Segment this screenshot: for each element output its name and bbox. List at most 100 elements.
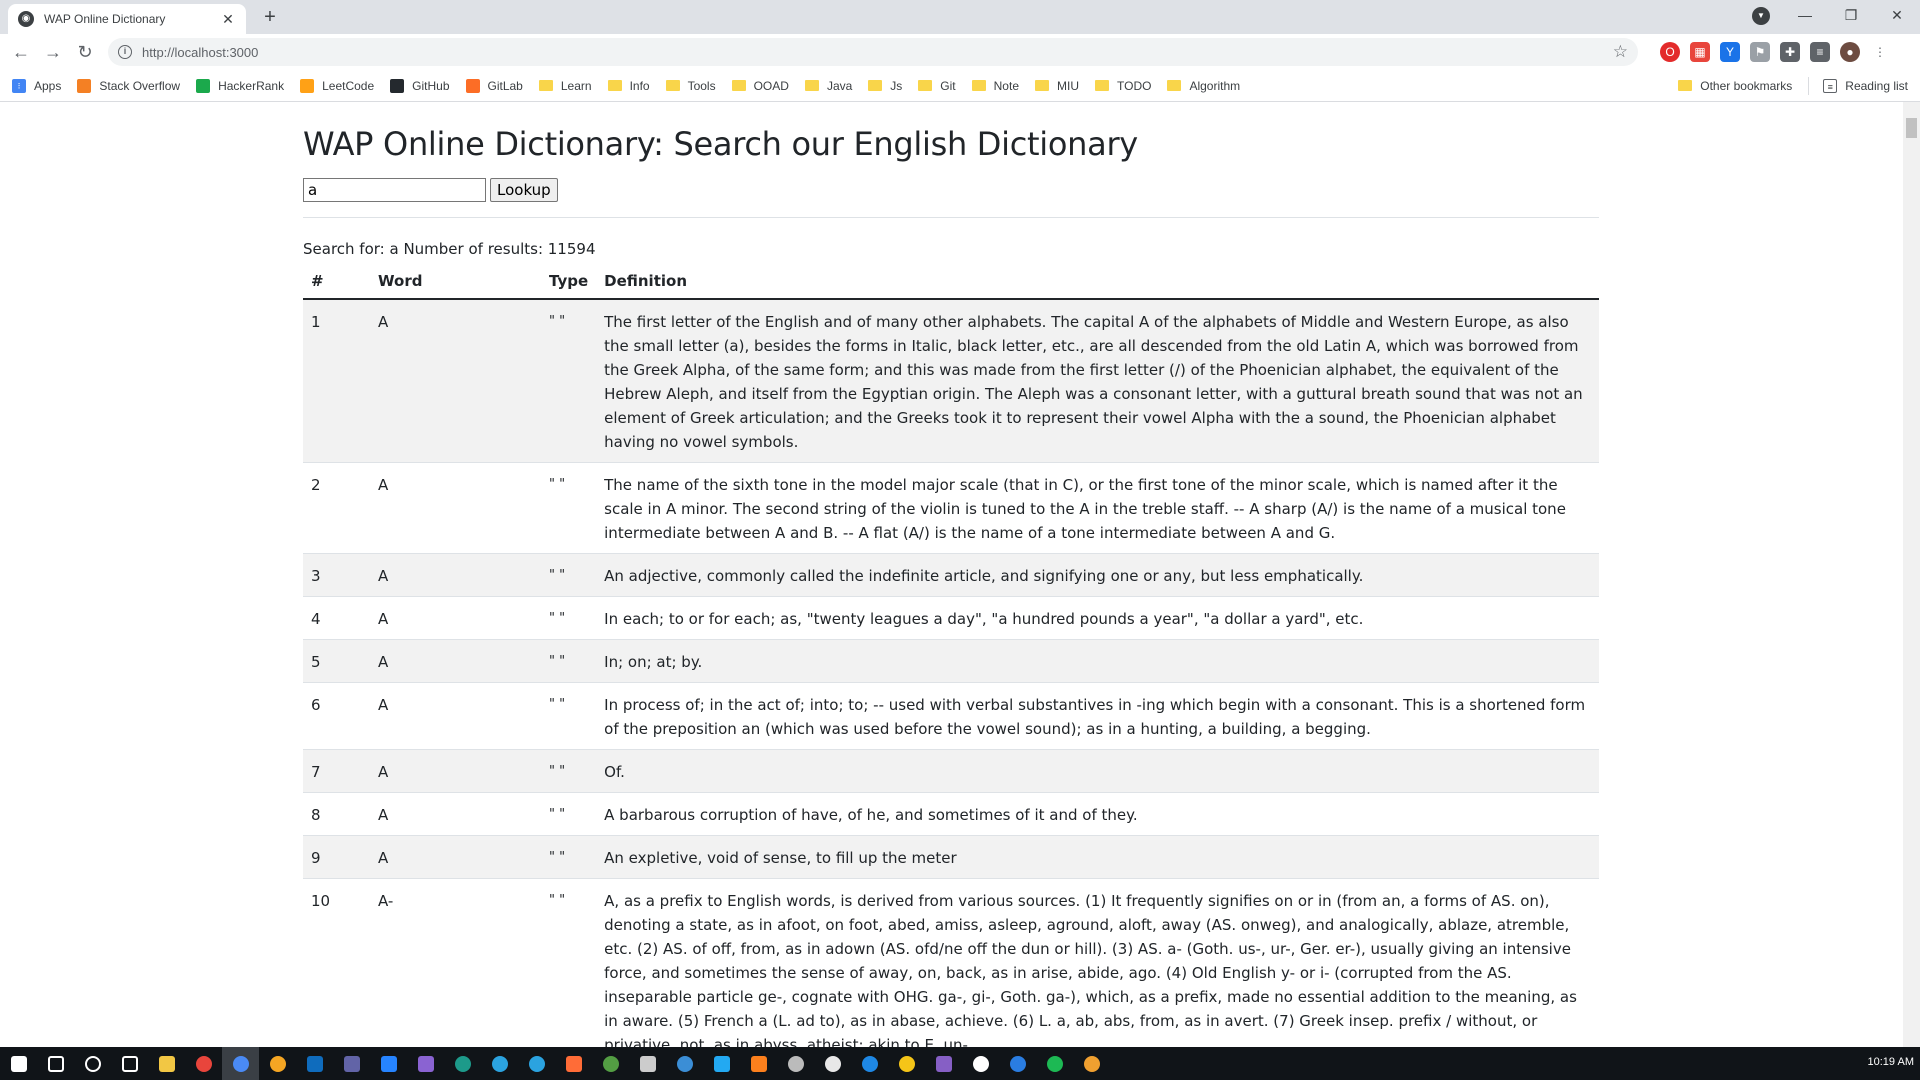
reading-list-toolbar-icon[interactable]: ≡ (1810, 42, 1830, 62)
app-icon[interactable] (518, 1047, 555, 1080)
chrome-active-icon[interactable] (222, 1047, 259, 1080)
task-view-icon[interactable] (111, 1047, 148, 1080)
app-icon[interactable] (888, 1047, 925, 1080)
search-icon[interactable] (37, 1047, 74, 1080)
cell-definition: The name of the sixth tone in the model … (596, 462, 1599, 554)
cell-number: 9 (303, 835, 370, 879)
bookmark-miu[interactable]: MIU (1035, 79, 1079, 93)
menu-dots-icon[interactable]: ⋮ (1870, 42, 1890, 62)
address-bar[interactable]: i http://localhost:3000 ☆ (108, 38, 1638, 66)
file-explorer-icon[interactable] (148, 1047, 185, 1080)
gitlab-icon (465, 78, 480, 93)
visual-studio-icon[interactable] (925, 1047, 962, 1080)
cell-type: " " (541, 298, 597, 463)
cell-type: " " (541, 639, 597, 683)
outlook-icon[interactable] (296, 1047, 333, 1080)
github-desktop-icon[interactable] (407, 1047, 444, 1080)
intellij-icon[interactable] (740, 1047, 777, 1080)
nodejs-icon[interactable] (592, 1047, 629, 1080)
app-icon[interactable] (814, 1047, 851, 1080)
info-icon[interactable]: i (118, 45, 132, 59)
cell-type: " " (541, 596, 597, 640)
nodejs-icon-glyph (602, 1055, 619, 1072)
folder-icon (918, 80, 933, 91)
teams-icon[interactable] (333, 1047, 370, 1080)
reload-icon[interactable]: ↻ (72, 39, 98, 65)
bookmark-stack-overflow[interactable]: Stack Overflow (77, 78, 180, 93)
opera-icon[interactable]: O (1660, 42, 1680, 62)
app-icon-glyph (1083, 1055, 1100, 1072)
stackoverflow-icon (77, 78, 92, 93)
windows-start-icon-glyph (10, 1055, 27, 1072)
postman-icon[interactable] (555, 1047, 592, 1080)
vscode-icon[interactable] (703, 1047, 740, 1080)
chrome-canary-icon[interactable] (259, 1047, 296, 1080)
app-icon[interactable] (666, 1047, 703, 1080)
bookmark-gitlab[interactable]: GitLab (465, 78, 523, 93)
folder-icon (1035, 80, 1049, 91)
scrollbar-thumb[interactable] (1906, 118, 1917, 138)
folder-icon (607, 80, 622, 91)
bookmark-note[interactable]: Note (971, 78, 1019, 93)
bookmark-algorithm[interactable]: Algorithm (1167, 79, 1240, 93)
restore-icon[interactable]: ❐ (1828, 0, 1874, 30)
forward-arrow-icon[interactable]: → (40, 39, 66, 65)
flag-icon[interactable]: ⚑ (1750, 42, 1770, 62)
new-tab-button[interactable]: + (258, 6, 282, 30)
bookmark-label: OOAD (753, 78, 789, 93)
app-icon[interactable] (999, 1047, 1036, 1080)
bookmark-star-icon[interactable]: ☆ (1613, 42, 1628, 62)
spotify-icon[interactable] (1036, 1047, 1073, 1080)
close-icon[interactable]: ✕ (220, 11, 236, 27)
hackerrank-icon (196, 78, 211, 93)
bookmark-hackerrank[interactable]: HackerRank (196, 78, 284, 93)
bookmark-learn[interactable]: Learn (538, 79, 592, 93)
taskbar-clock[interactable]: 10:19 AM (1868, 1056, 1914, 1068)
bookmark-todo[interactable]: TODO (1095, 79, 1151, 93)
app-icon[interactable] (777, 1047, 814, 1080)
app-icon[interactable] (1073, 1047, 1110, 1080)
app-icon[interactable] (962, 1047, 999, 1080)
lookup-button[interactable]: Lookup (490, 178, 558, 202)
windows-start-icon[interactable] (0, 1047, 37, 1080)
cell-word: A (370, 553, 541, 597)
close-window-icon[interactable]: ✕ (1874, 0, 1920, 30)
app-icon[interactable] (851, 1047, 888, 1080)
back-arrow-icon[interactable]: ← (8, 39, 34, 65)
divider (303, 217, 1599, 218)
bookmark-label: Note (993, 78, 1019, 93)
reading-list[interactable]: ≡ Reading list (1823, 78, 1908, 93)
browser-tab[interactable]: ◉ WAP Online Dictionary ✕ (8, 4, 246, 34)
app-icon[interactable] (481, 1047, 518, 1080)
tab-search-icon[interactable]: ▼ (1752, 7, 1770, 25)
bookmark-java[interactable]: Java (804, 79, 852, 93)
url-text[interactable]: http://localhost:3000 (142, 45, 1613, 60)
puzzle-icon[interactable]: ✚ (1780, 42, 1800, 62)
bookmark-tools[interactable]: Tools (665, 79, 716, 93)
bookmark-js[interactable]: Js (868, 79, 902, 93)
terminal-icon[interactable] (629, 1047, 666, 1080)
chrome-icon[interactable] (185, 1047, 222, 1080)
cell-number: 8 (303, 792, 370, 836)
bookmark-info[interactable]: Info (607, 79, 650, 93)
bookmark-apps[interactable]: ⁝ Apps (12, 78, 61, 93)
bookmark-github[interactable]: GitHub (390, 78, 450, 93)
search-icon-glyph (47, 1055, 64, 1072)
bookmark-ooad[interactable]: OOAD (731, 78, 789, 93)
folder-icon (538, 80, 553, 91)
vertical-scrollbar[interactable] (1903, 102, 1920, 1047)
sourcetree-icon[interactable] (370, 1047, 407, 1080)
app-icon-glyph (454, 1055, 471, 1072)
cell-word: A- (370, 878, 541, 1047)
extension-icon[interactable]: ▦ (1690, 42, 1710, 62)
minimize-icon[interactable]: — (1782, 0, 1828, 30)
bookmark-leetcode[interactable]: LeetCode (300, 78, 374, 93)
app-icon[interactable] (444, 1047, 481, 1080)
avatar[interactable]: ● (1840, 42, 1860, 62)
cortana-icon[interactable] (74, 1047, 111, 1080)
bookmark-git[interactable]: Git (918, 79, 956, 93)
extension-icon[interactable]: Y (1720, 42, 1740, 62)
other-bookmarks[interactable]: Other bookmarks (1678, 79, 1792, 93)
cell-word: A (370, 639, 541, 683)
search-input[interactable] (303, 178, 486, 202)
